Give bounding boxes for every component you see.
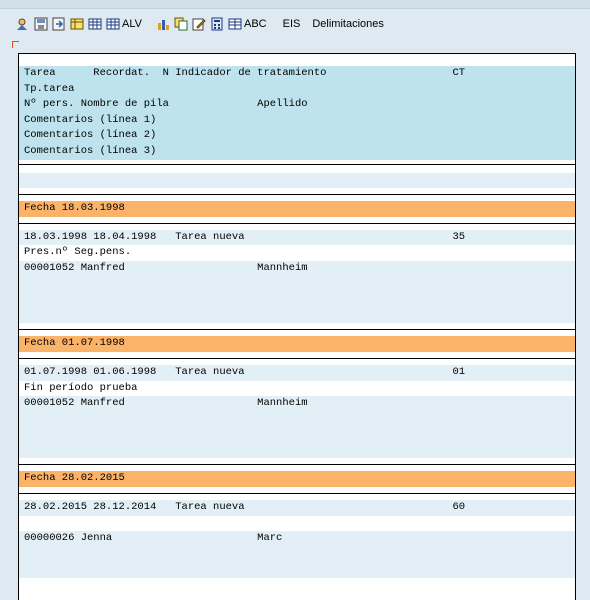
alv-grid-icon [106, 17, 120, 31]
abc-button[interactable]: ABC [228, 14, 267, 34]
header-line-1: Tarea Recordat. N Indicador de tratamien… [19, 66, 575, 82]
empty-row [19, 292, 575, 308]
alv-grid-button[interactable]: ALV [106, 14, 142, 34]
empty-row [19, 546, 575, 563]
abc-label: ABC [243, 18, 267, 30]
spacer-row [19, 54, 575, 66]
calculator-icon[interactable] [210, 14, 224, 34]
list-item-line-2[interactable]: Pres.nº Seg.pens. [19, 245, 575, 261]
application-toolbar: ALV ABC EIS Delimitaciones [0, 9, 590, 39]
table-yellow-icon[interactable] [70, 14, 84, 34]
empty-row [19, 442, 575, 459]
alv-label: ALV [122, 18, 142, 30]
edit-icon[interactable] [192, 14, 206, 34]
empty-row [19, 411, 575, 428]
eis-button[interactable]: EIS [283, 14, 301, 34]
empty-row [19, 562, 575, 579]
group-date-header[interactable]: Fecha 01.07.1998 [19, 336, 575, 352]
save-icon[interactable] [34, 14, 48, 34]
empty-row [19, 172, 575, 189]
header-line-3: Nº pers. Nombre de pila Apellido [19, 97, 575, 113]
abc-icon [228, 17, 242, 31]
report-list: Tarea Recordat. N Indicador de tratamien… [18, 53, 576, 600]
empty-row [19, 276, 575, 293]
spacer-row [19, 164, 575, 173]
delimitaciones-button[interactable]: Delimitaciones [312, 14, 384, 34]
top-strip [0, 0, 590, 9]
header-line-6: Comentarios (línea 3) [19, 143, 575, 160]
chart-icon[interactable] [156, 14, 170, 34]
empty-row [19, 307, 575, 324]
list-item-line-2[interactable]: Fin período prueba [19, 380, 575, 397]
list-item-line-3[interactable]: 00000026 Jenna Marc [19, 531, 575, 547]
list-item-line-1[interactable]: 28.02.2015 28.12.2014 Tarea nueva 60 [19, 500, 575, 516]
export-icon[interactable] [52, 14, 66, 34]
copy-icon[interactable] [174, 14, 188, 34]
header-line-2: Tp.tarea [19, 81, 575, 98]
cursor-marker [12, 41, 19, 48]
list-item-line-2[interactable] [19, 515, 575, 532]
list-item-line-1[interactable]: 01.07.1998 01.06.1998 Tarea nueva 01 [19, 364, 575, 381]
person-search-icon[interactable] [16, 14, 30, 34]
list-item-line-3[interactable]: 00001052 Manfred Mannheim [19, 396, 575, 412]
table-grid-icon[interactable] [88, 14, 102, 34]
group-date-header[interactable]: Fecha 28.02.2015 [19, 471, 575, 488]
header-line-5: Comentarios (línea 2) [19, 128, 575, 144]
empty-row [19, 427, 575, 443]
group-date-header[interactable]: Fecha 18.03.1998 [19, 201, 575, 217]
header-line-4: Comentarios (línea 1) [19, 112, 575, 129]
list-item-line-1[interactable]: 18.03.1998 18.04.1998 Tarea nueva 35 [19, 229, 575, 246]
list-item-line-3[interactable]: 00001052 Manfred Mannheim [19, 260, 575, 277]
